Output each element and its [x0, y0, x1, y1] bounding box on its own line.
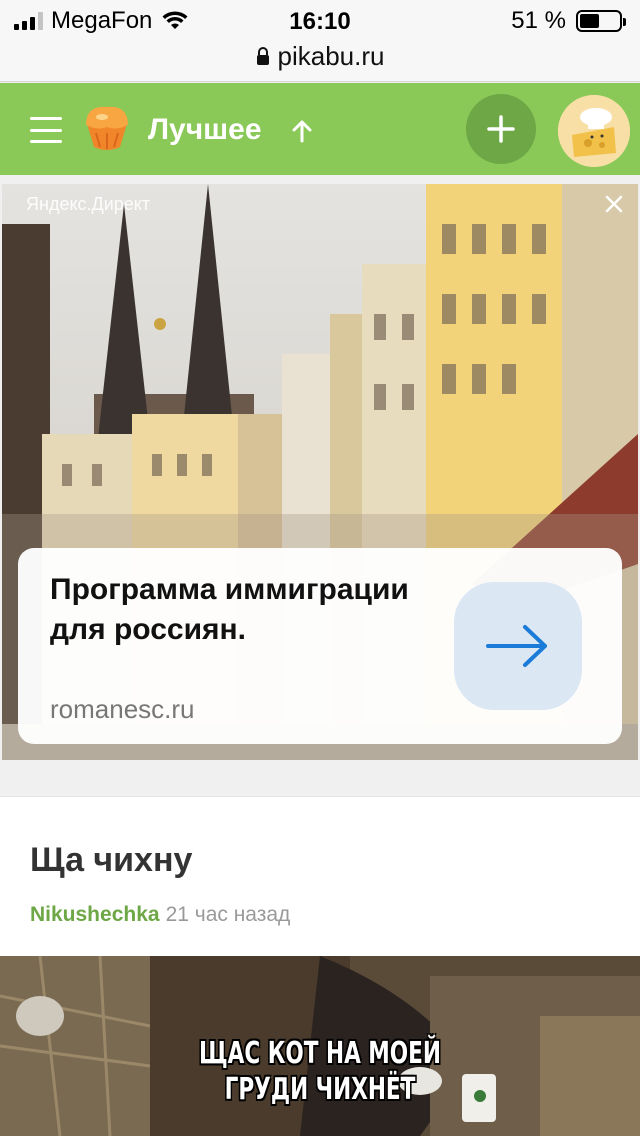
address-bar[interactable]: pikabu.ru — [0, 40, 640, 72]
post-title[interactable]: Ща чихну — [30, 841, 192, 880]
post-card: Ща чихну Nikushechka 21 час назад — [0, 796, 640, 956]
ad-go-button[interactable] — [454, 582, 582, 710]
image-caption: ЩАС КОТ НА МОЕЙ ГРУДИ ЧИХНЁТ — [90, 1036, 551, 1108]
ad-domain: romanesc.ru — [50, 694, 195, 724]
status-bar: MegaFon 16:10 51 % pikabu.ru — [0, 0, 640, 82]
url-text: pikabu.ru — [277, 40, 385, 71]
ad-block[interactable]: Яндекс.Директ Программа иммиграции для р… — [2, 184, 638, 760]
plus-icon — [487, 115, 515, 143]
post-author[interactable]: Nikushechka — [30, 903, 160, 926]
section-title[interactable]: Лучшее — [148, 113, 262, 147]
battery-percent: 51 % — [511, 7, 566, 34]
avatar[interactable] — [558, 95, 630, 167]
post-time: 21 час назад — [165, 903, 291, 926]
arrow-up-icon[interactable] — [290, 119, 314, 143]
ad-title: Программа иммиграции для россиян. — [50, 573, 409, 646]
arrow-right-icon — [486, 625, 547, 667]
battery-icon — [576, 10, 626, 32]
add-post-button[interactable] — [466, 94, 536, 164]
ad-source-label: Яндекс.Директ — [26, 194, 151, 214]
lock-icon — [256, 47, 269, 65]
battery-group: 51 % — [511, 7, 626, 34]
menu-icon[interactable] — [30, 117, 62, 143]
pikabu-logo-icon[interactable] — [80, 103, 134, 155]
close-icon[interactable] — [600, 190, 628, 218]
ad-card[interactable]: Программа иммиграции для россиян. romane… — [18, 548, 622, 744]
site-header: Лучшее — [0, 83, 640, 175]
post-meta: Nikushechka 21 час назад — [30, 903, 290, 927]
image-caption-line-2: ГРУДИ ЧИХНЁТ — [224, 1072, 416, 1107]
image-caption-line-1: ЩАС КОТ НА МОЕЙ — [198, 1036, 441, 1071]
post-image[interactable]: ЩАС КОТ НА МОЕЙ ГРУДИ ЧИХНЁТ — [0, 956, 640, 1136]
